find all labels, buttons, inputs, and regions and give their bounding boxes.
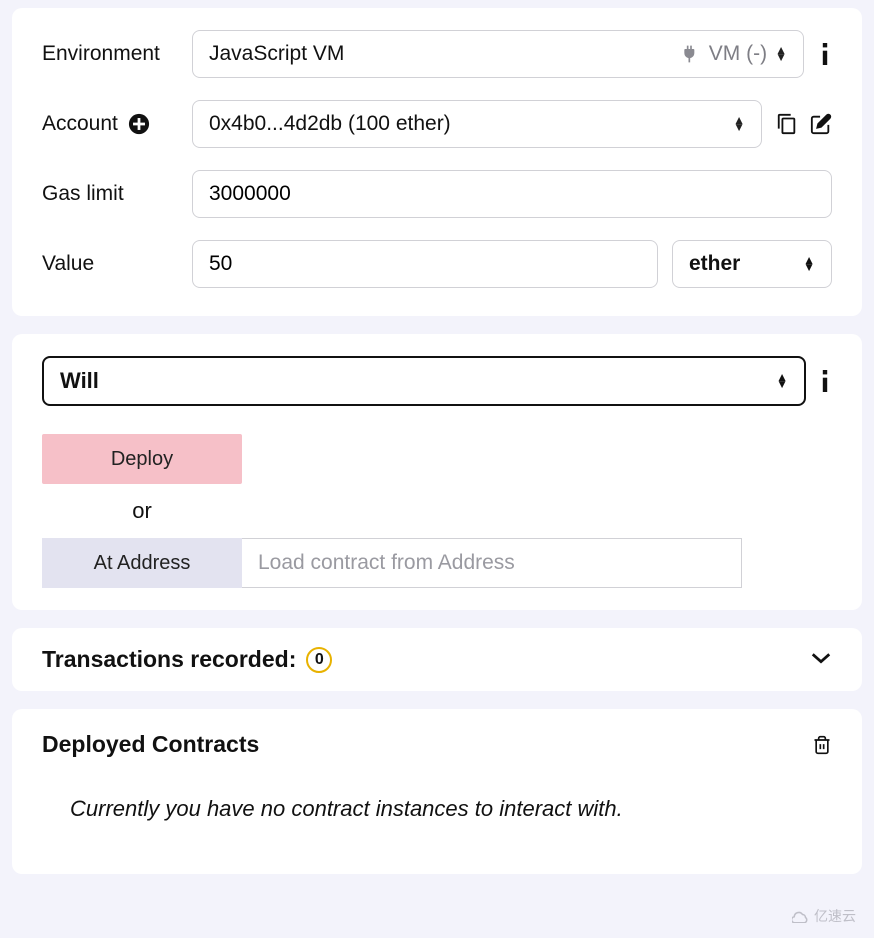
deployed-title: Deployed Contracts [42,731,259,758]
value-label: Value [42,252,192,276]
info-icon[interactable] [818,370,832,392]
contract-select[interactable]: Will ▲▼ [42,356,806,406]
account-value: 0x4b0...4d2db (100 ether) [209,112,725,136]
chevron-down-icon[interactable] [810,648,832,671]
gas-limit-input-wrap [192,170,832,218]
value-unit-select[interactable]: ether ▲▼ [672,240,832,288]
gas-limit-label: Gas limit [42,182,192,206]
copy-icon[interactable] [776,113,798,135]
at-address-button[interactable]: At Address [42,538,242,588]
transactions-count-badge: 0 [306,647,332,673]
deployed-panel: Deployed Contracts Currently you have no… [12,709,862,874]
load-address-input[interactable] [242,538,742,588]
environment-status: VM (-) [709,42,767,66]
deploy-button[interactable]: Deploy [42,434,242,484]
contract-panel: Will ▲▼ Deploy or At Address [12,334,862,610]
environment-label: Environment [42,42,192,66]
sort-caret-icon: ▲▼ [733,117,745,131]
account-row: Account 0x4b0...4d2db (100 ether) ▲▼ [42,100,832,148]
environment-select[interactable]: JavaScript VM VM (-) ▲▼ [192,30,804,78]
gas-limit-row: Gas limit [42,170,832,218]
transactions-title: Transactions recorded: [42,646,296,673]
contract-name: Will [60,368,776,394]
plus-circle-icon[interactable] [128,113,150,135]
sort-caret-icon: ▲▼ [803,257,815,271]
value-input[interactable] [209,252,641,276]
gas-limit-input[interactable] [209,182,815,206]
account-select[interactable]: 0x4b0...4d2db (100 ether) ▲▼ [192,100,762,148]
account-label: Account [42,112,192,136]
trash-icon[interactable] [812,734,832,756]
edit-icon[interactable] [810,113,832,135]
value-unit: ether [689,252,803,276]
settings-panel: Environment JavaScript VM VM (-) ▲▼ Acco… [12,8,862,316]
or-label: or [42,498,242,524]
environment-row: Environment JavaScript VM VM (-) ▲▼ [42,30,832,78]
sort-caret-icon: ▲▼ [776,374,788,388]
sort-caret-icon: ▲▼ [775,47,787,61]
deployed-empty-message: Currently you have no contract instances… [70,796,832,822]
value-row: Value ether ▲▼ [42,240,832,288]
value-input-wrap [192,240,658,288]
info-icon[interactable] [818,43,832,65]
watermark: 亿速云 [792,906,856,926]
plug-icon [681,44,701,64]
environment-value: JavaScript VM [209,42,681,66]
transactions-panel[interactable]: Transactions recorded: 0 [12,628,862,691]
